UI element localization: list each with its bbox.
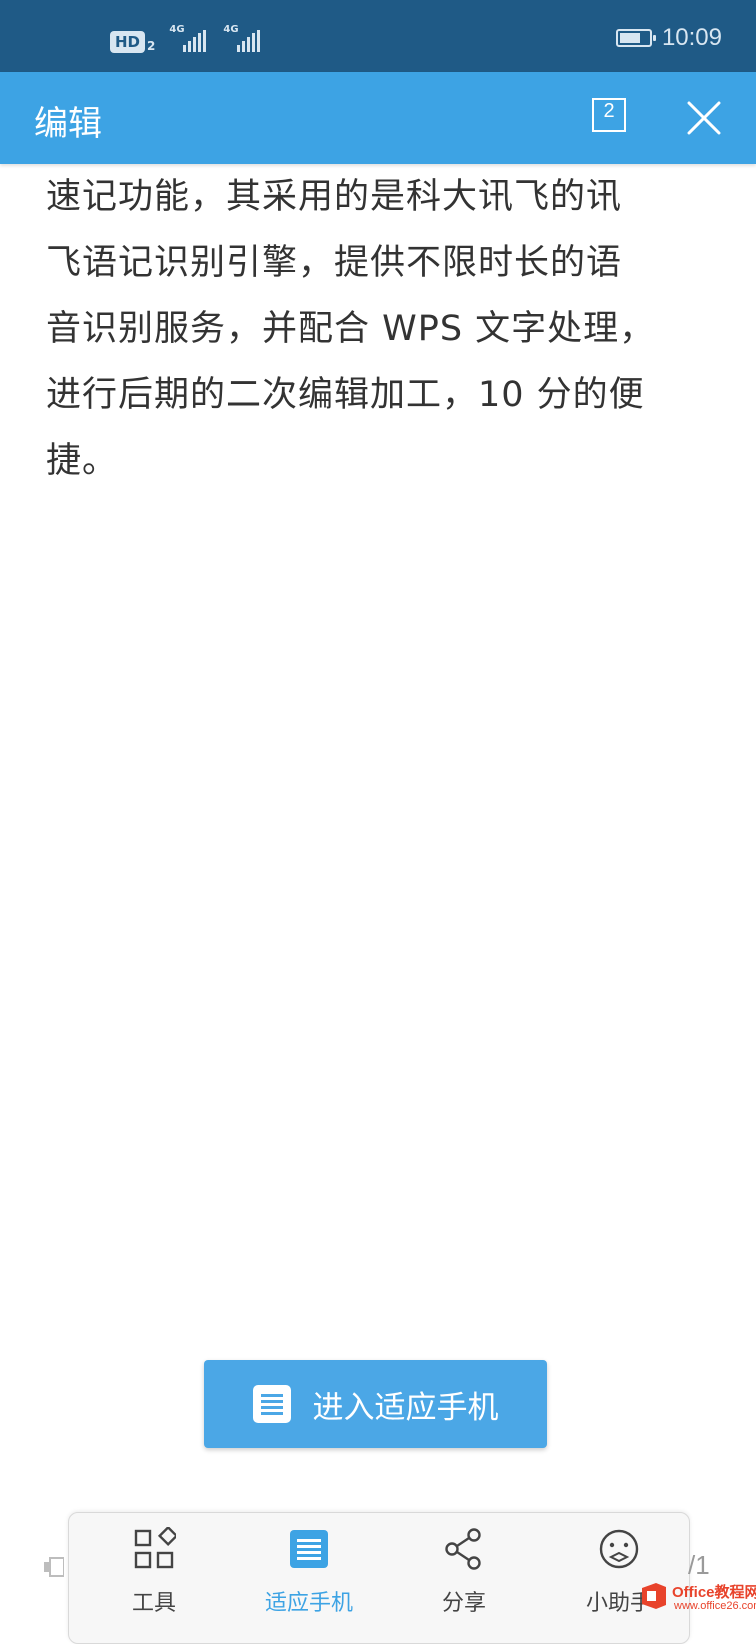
tools-icon <box>134 1525 179 1569</box>
battery-level <box>619 33 641 43</box>
side-handle-icon[interactable] <box>44 1556 64 1578</box>
watermark-title: Office教程网 <box>672 1584 756 1601</box>
document-line: 进行后期的二次编辑加工，10 分的便 <box>46 375 645 415</box>
watermark-url: www.office26.com <box>674 1600 756 1612</box>
signal-icon-sim2: 4G <box>223 24 263 56</box>
page-indicator: /1 <box>688 1550 710 1580</box>
share-icon <box>445 1528 481 1570</box>
clock: 10:09 <box>661 24 722 51</box>
hd-indicator: HD 2 <box>110 31 155 53</box>
toolbar-share-button[interactable]: 分享 <box>404 1527 524 1617</box>
document-line: 捷。 <box>46 441 119 481</box>
toolbar-item-label: 适应手机 <box>264 1591 353 1616</box>
bottom-toolbar: 工具 适应手机 分享 小助手 <box>68 1512 690 1644</box>
status-bar: HD 2 4G 4G 10:09 <box>0 0 756 72</box>
page-title: 编辑 <box>34 104 102 144</box>
status-left: HD 2 4G 4G <box>110 24 263 56</box>
title-bar: 编辑 2 <box>0 72 756 164</box>
enter-mobile-view-label: 进入适应手机 <box>312 1389 499 1426</box>
mobile-view-icon <box>290 1530 328 1568</box>
document-content[interactable]: 速记功能，其采用的是科大讯飞的讯 飞语记识别引擎，提供不限时长的语 音识别服务，… <box>46 164 726 494</box>
network-type-label: 4G <box>223 24 239 35</box>
mobile-view-icon <box>252 1385 291 1423</box>
status-right: 10:09 <box>615 24 722 52</box>
toolbar-mobile-view-button[interactable]: 适应手机 <box>249 1527 369 1617</box>
toolbar-tools-button[interactable]: 工具 <box>94 1525 214 1617</box>
toolbar-item-label: 分享 <box>441 1591 486 1616</box>
assistant-icon <box>599 1529 639 1569</box>
battery-icon <box>615 29 656 47</box>
hd-badge: HD <box>110 31 146 53</box>
document-line: 音识别服务，并配合 WPS 文字处理， <box>46 309 656 349</box>
page-count-button[interactable]: 2 <box>592 98 626 132</box>
close-icon[interactable] <box>686 100 722 136</box>
hd-sim-number: 2 <box>147 39 156 53</box>
office-logo-icon <box>642 1583 666 1609</box>
network-type-label: 4G <box>169 24 185 35</box>
document-line: 速记功能，其采用的是科大讯飞的讯 <box>46 177 623 217</box>
signal-icon-sim1: 4G <box>169 24 209 56</box>
watermark: Office教程网 www.office26.com <box>640 1578 756 1617</box>
enter-mobile-view-button[interactable]: 进入适应手机 <box>204 1360 547 1448</box>
toolbar-item-label: 工具 <box>131 1591 176 1616</box>
document-line: 飞语记识别引擎，提供不限时长的语 <box>46 243 623 283</box>
